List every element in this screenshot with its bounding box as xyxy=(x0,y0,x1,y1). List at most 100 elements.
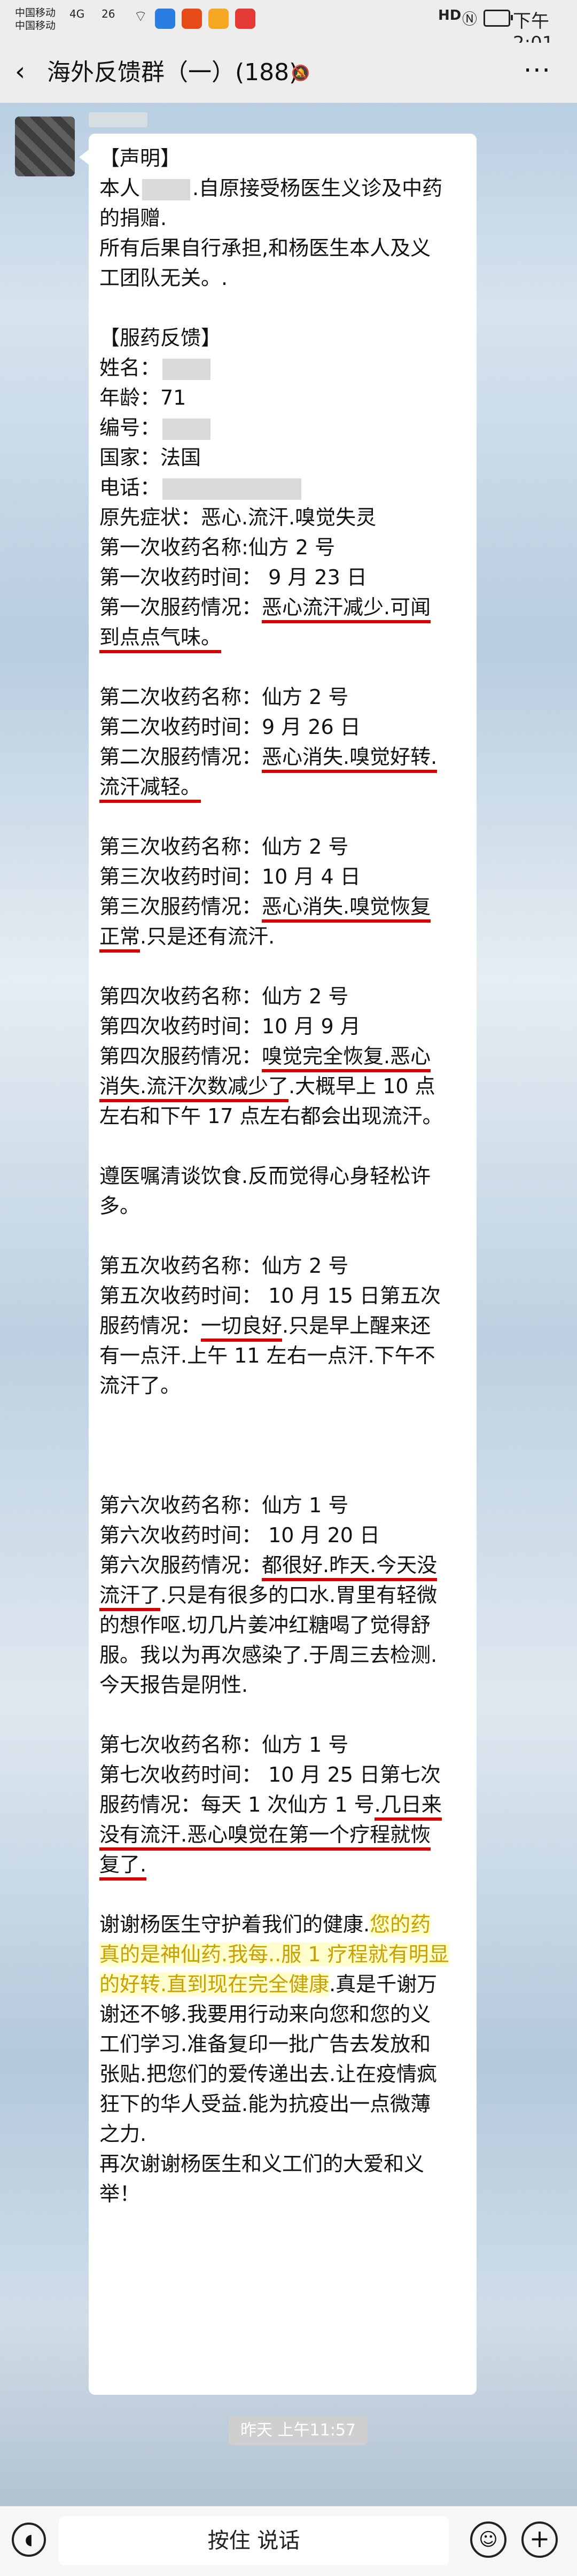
text-line: 今天报告是阴性. xyxy=(99,1673,248,1697)
text-line: 服。我以为再次感染了.于周三去检测. xyxy=(99,1643,438,1667)
underlined-text: 流汗减轻。 xyxy=(99,775,201,803)
text-line: 国家：法国 xyxy=(99,446,201,469)
hold-to-talk-button[interactable]: 按住 说话 xyxy=(59,2516,449,2565)
voice-input-icon[interactable]: ◖ xyxy=(12,2523,46,2557)
text-line: 原先症状：恶心.流汗.嗅觉失灵 xyxy=(99,506,377,529)
battery-icon xyxy=(484,10,513,27)
text-line: 服药情况：一切良好.只是早上醒来还 xyxy=(99,1311,466,1342)
underlined-text: 嗅觉完全恢复.恶心 xyxy=(262,1045,431,1072)
network-label-2: 26 xyxy=(102,7,115,20)
network-label-1: 4G xyxy=(69,7,85,20)
text-line: 再次谢谢杨医生和义工们的大爱和义 xyxy=(99,2152,425,2176)
message-text: 【声明】 本人 .自原接受杨医生义诊及中药 的捐赠. 所有后果自行承担,和杨医生本… xyxy=(99,143,466,2209)
text-line: 第五次收药名称：仙方 2 号 xyxy=(99,1254,349,1278)
text-line: 遵医嘱清谈饮食.反而觉得心身轻松许 xyxy=(99,1164,431,1188)
text-line: 第一次服药情况：恶心流汗减少.可闻 xyxy=(99,592,466,623)
chat-title: 海外反馈群（一）(188) xyxy=(47,59,299,86)
app-notification-icon xyxy=(235,9,255,29)
text-line: 第二次服药情况：恶心消失.嗅觉好转. xyxy=(99,742,466,773)
text-line: 流汗了。 xyxy=(99,1374,181,1397)
message-timestamp: 昨天 上午11:57 xyxy=(229,2416,368,2445)
text-line: 【声明】 xyxy=(99,146,181,170)
back-arrow-icon[interactable]: ‹ xyxy=(15,59,25,84)
emoji-icon[interactable]: ☺ xyxy=(470,2521,506,2558)
text-line: 电话： xyxy=(99,473,466,502)
plus-icon[interactable]: + xyxy=(521,2521,558,2558)
text-line: 第四次收药名称：仙方 2 号 xyxy=(99,985,349,1008)
redacted-block xyxy=(162,478,302,500)
text-line: 第二次收药名称：仙方 2 号 xyxy=(99,685,349,709)
chat-header: ‹ 海外反馈群（一）(188) 🔕 ··· xyxy=(0,43,577,103)
text-line: 真的是神仙药.我每..服 1 疗程就有明显 xyxy=(99,1939,466,1969)
text-line: 到点点气味。 xyxy=(99,622,466,653)
text-line: 第一次收药名称:仙方 2 号 xyxy=(99,536,336,559)
text-line: 第二次收药时间：9 月 26 日 xyxy=(99,715,361,739)
wifi-icon: ⌔ xyxy=(134,7,148,25)
sender-name-redacted xyxy=(89,112,147,127)
text-line: 多。 xyxy=(99,1194,141,1218)
text-line: 举！ xyxy=(99,2182,141,2206)
text-line: 的好转.直到现在完全健康.真是千谢万 xyxy=(99,1972,438,1996)
avatar[interactable] xyxy=(15,117,75,176)
underlined-text: .几日来 xyxy=(374,1793,442,1821)
text-line: 有一点汗.上午 11 左右一点汗.下午不 xyxy=(99,1344,435,1367)
app-notification-icon xyxy=(155,9,175,29)
text-line: 谢谢杨医生守护着我们的健康.您的药 xyxy=(99,1913,431,1936)
text-line: 流汗减轻。 xyxy=(99,772,466,803)
underlined-text: 消失.流汗次数减少了 xyxy=(99,1074,289,1102)
text-line: 左右和下午 17 点左右都会出现流汗。 xyxy=(99,1104,443,1128)
text-line: 第三次收药名称：仙方 2 号 xyxy=(99,835,349,858)
text-line: 流汗了.只是有很多的口水.胃里有轻微 xyxy=(99,1580,466,1611)
text-line: 第三次收药时间：10 月 4 日 xyxy=(99,865,361,888)
carrier-label-2: 中国移动 xyxy=(15,20,56,32)
redacted-block xyxy=(162,418,211,440)
highlighted-text: 的好转.直到现在完全健康 xyxy=(99,1972,330,1996)
highlighted-text: 真的是神仙药.我每..服 1 疗程就有明显 xyxy=(99,1943,449,1966)
text-line: 第六次收药时间： 10 月 20 日 xyxy=(99,1523,380,1547)
text-line: 第一次收药时间： 9 月 23 日 xyxy=(99,566,367,589)
text-line: 狂下的华人受益.能为抗疫出一点微薄 xyxy=(99,2092,431,2116)
text-line: 第四次服药情况：嗅觉完全恢复.恶心 xyxy=(99,1041,466,1072)
text-line: 服药情况：每天 1 次仙方 1 号.几日来 xyxy=(99,1790,466,1821)
text-line: 张贴.把您们的爱传递出去.让在疫情疯 xyxy=(99,2062,438,2086)
underlined-text: 一切良好 xyxy=(201,1314,283,1342)
text-line: 谢还不够.我要用行动来向您和您的义 xyxy=(99,2002,431,2026)
carrier-info: 中国移动 中国移动 xyxy=(15,6,56,32)
text-line: 复了. xyxy=(99,1850,466,1881)
underlined-text: 流汗了 xyxy=(99,1583,161,1611)
text-line: 姓名： xyxy=(99,353,466,383)
text-line: 【服药反馈】 xyxy=(99,326,222,350)
underlined-text: 恶心消失.嗅觉好转. xyxy=(262,745,438,773)
text-line: 工团队无关。. xyxy=(99,266,228,290)
status-bar: 中国移动 中国移动 4G 26 ⌔ HD Ⓝ 下午2:01 xyxy=(0,0,577,54)
text-line: 第七次收药名称：仙方 1 号 xyxy=(99,1733,349,1757)
text-line: 第六次服药情况：都很好.昨天.今天没 xyxy=(99,1550,466,1581)
app-notification-icon xyxy=(182,9,202,29)
text-line: 的捐赠. xyxy=(99,206,167,230)
message-bubble[interactable]: 【声明】 本人 .自原接受杨医生义诊及中药 的捐赠. 所有后果自行承担,和杨医生本… xyxy=(79,134,477,2395)
text-line: 第六次收药名称：仙方 1 号 xyxy=(99,1494,349,1517)
text-line: 没有流汗.恶心嗅觉在第一个疗程就恢 xyxy=(99,1820,466,1851)
text-line: 本人 .自原接受杨医生义诊及中药 xyxy=(99,176,443,200)
underlined-text: 到点点气味。 xyxy=(99,625,222,653)
input-bar: ◖ 按住 说话 ☺ + xyxy=(0,2506,577,2576)
underlined-text: 正常 xyxy=(99,925,141,953)
text-line: 编号： xyxy=(99,413,466,443)
more-options-icon[interactable]: ··· xyxy=(524,56,551,86)
text-line: 第三次服药情况：恶心消失.嗅觉恢复 xyxy=(99,892,466,923)
text-line: 的想作呕.切几片姜冲红糖喝了觉得舒 xyxy=(99,1613,431,1637)
text-line: 年龄：71 xyxy=(99,386,186,409)
highlighted-text: 您的药 xyxy=(370,1913,431,1936)
app-notification-icon xyxy=(208,9,229,29)
underlined-text: 都很好.昨天.今天没 xyxy=(262,1553,438,1581)
mute-bell-icon: 🔕 xyxy=(291,64,310,82)
text-line: 所有后果自行承担,和杨医生本人及义 xyxy=(99,236,431,260)
text-line: 工们学习.准备复印一批广告去发放和 xyxy=(99,2032,431,2056)
underlined-text: 恶心消失.嗅觉恢复 xyxy=(262,895,431,923)
redacted-block xyxy=(142,179,191,200)
carrier-label-1: 中国移动 xyxy=(15,7,56,19)
underlined-text: 恶心流汗减少.可闻 xyxy=(262,595,431,623)
hd-indicator: HD xyxy=(438,7,462,24)
text-line: 第四次收药时间：10 月 9 月 xyxy=(99,1015,361,1038)
redacted-block xyxy=(162,358,211,380)
